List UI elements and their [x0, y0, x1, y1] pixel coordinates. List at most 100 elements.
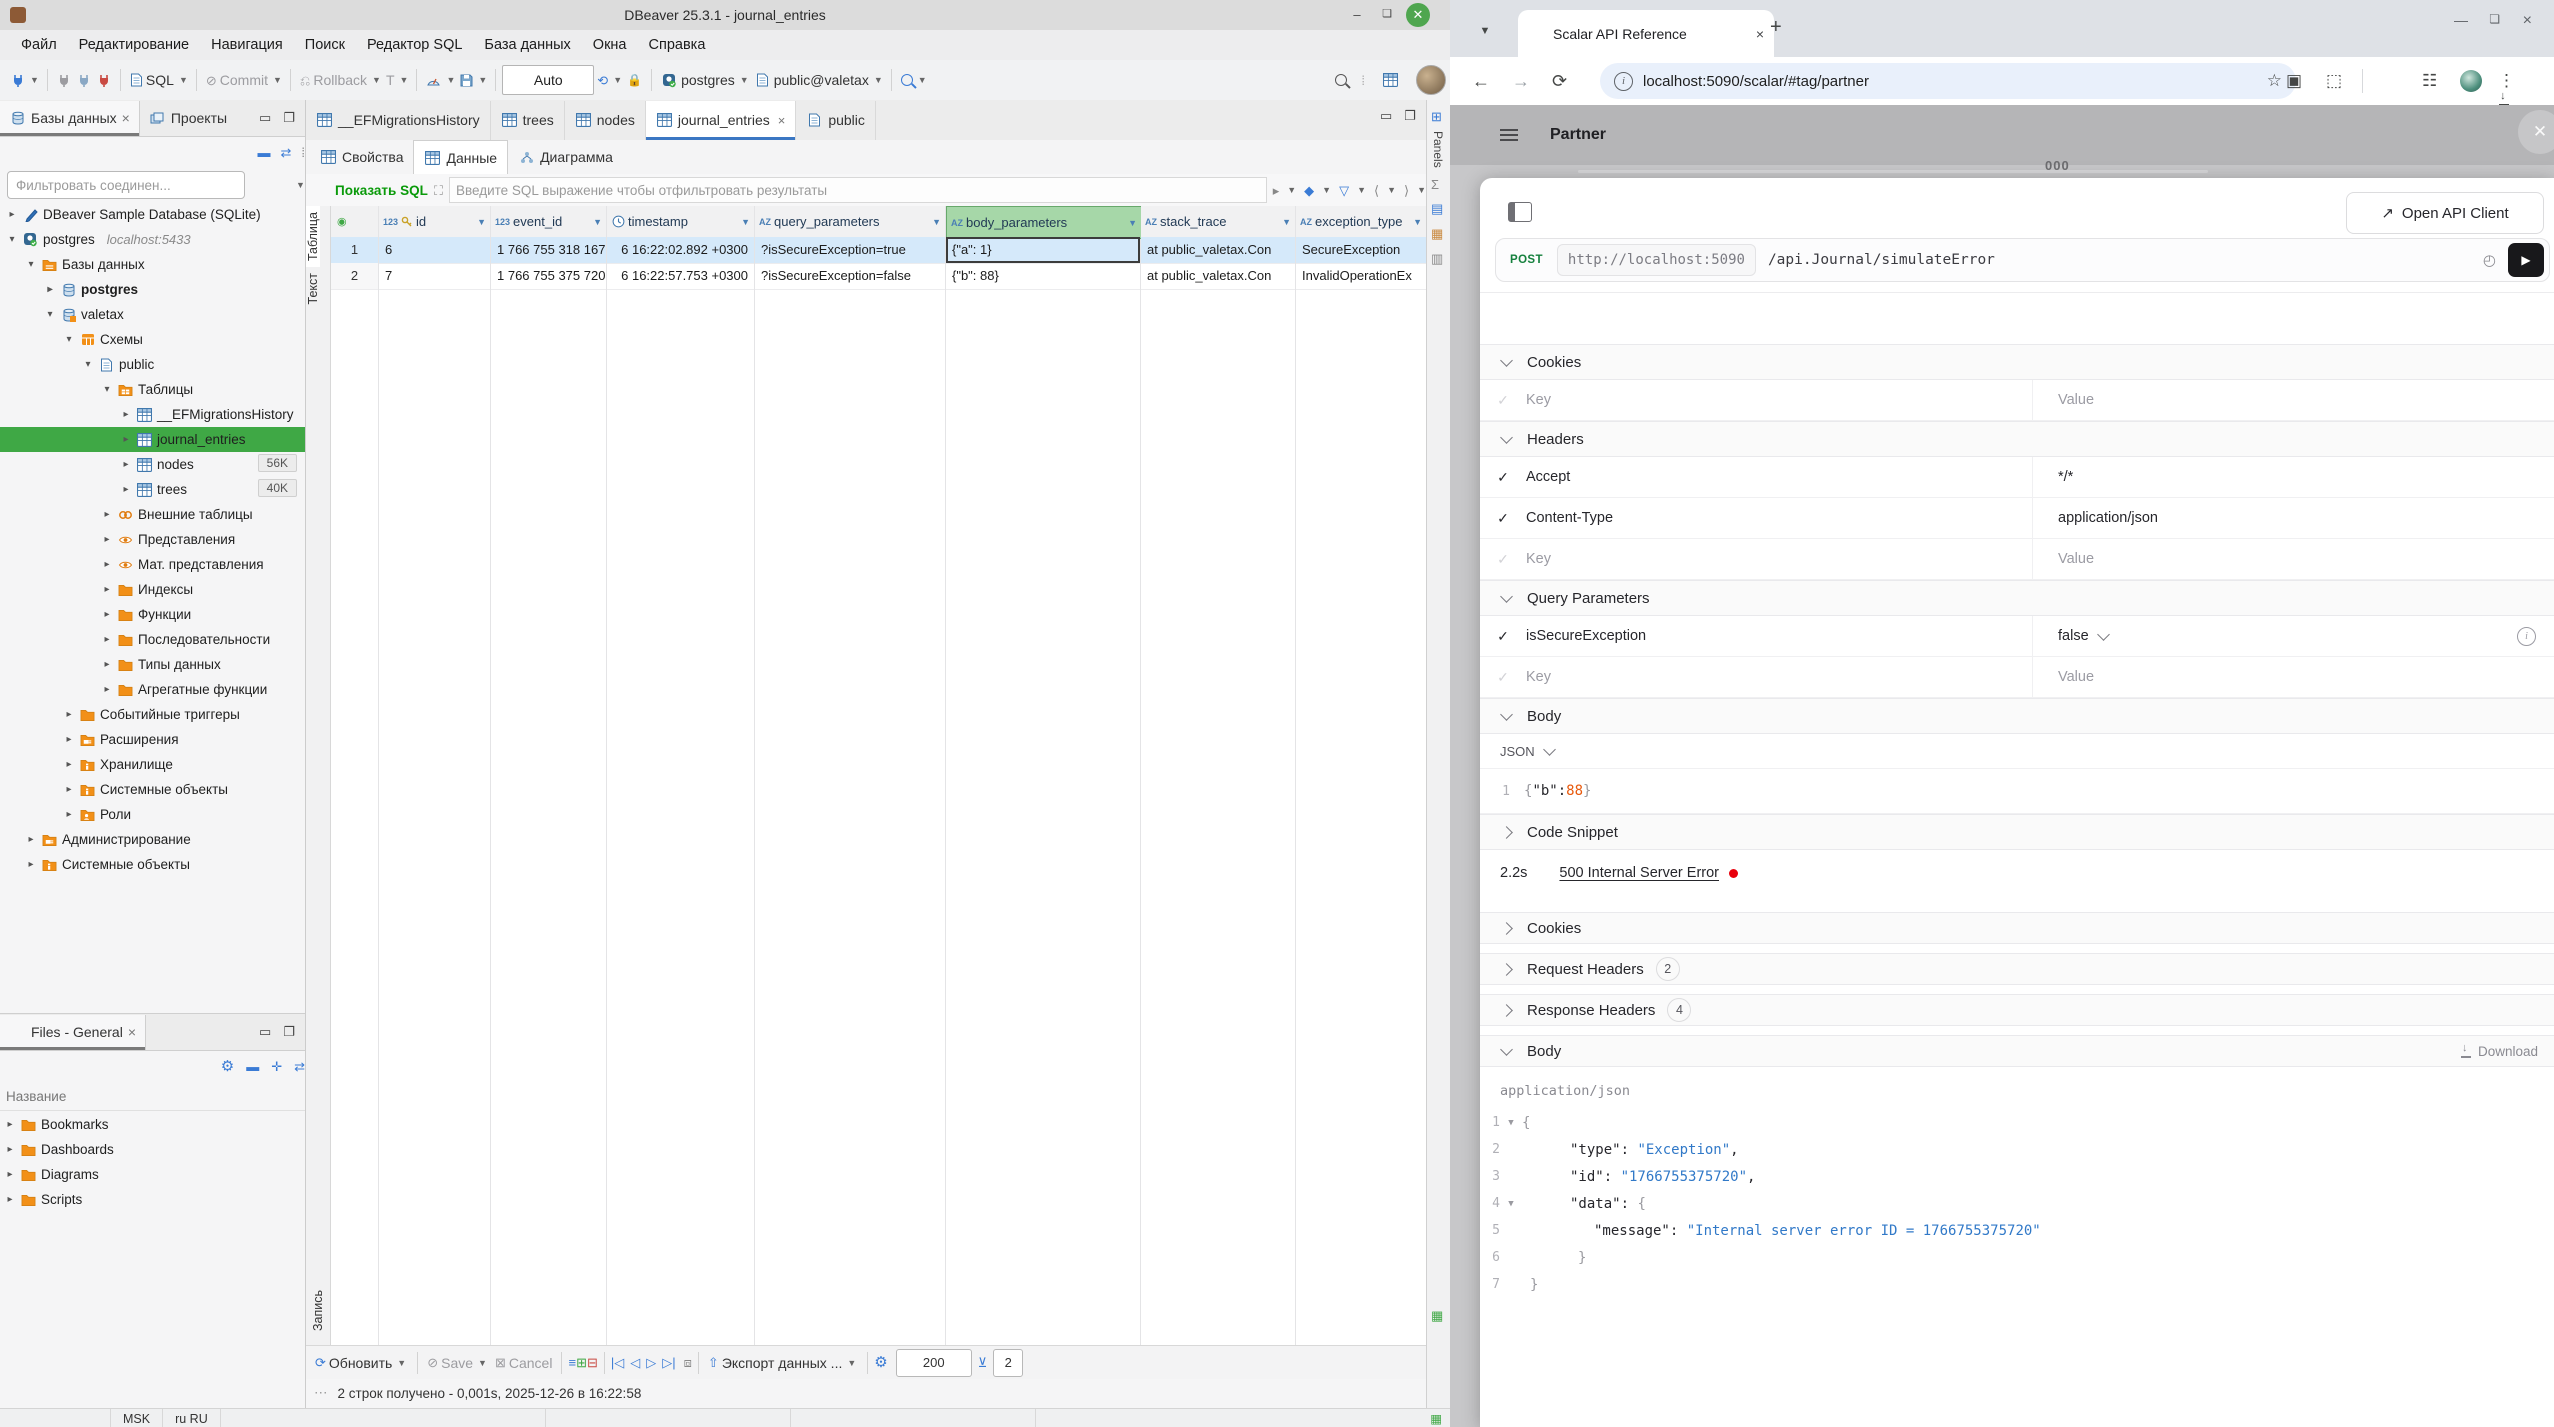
close-icon[interactable]: × — [128, 1024, 136, 1040]
chevron-down-icon[interactable]: ▼ — [179, 75, 188, 85]
expand-arrow-icon[interactable]: ▸ — [63, 759, 75, 770]
locale-indicator[interactable]: ru RU — [163, 1409, 221, 1427]
tree-item-Схемы[interactable]: ▾Схемы — [0, 327, 305, 352]
editor-tab-journal_entries[interactable]: journal_entries× — [646, 101, 796, 140]
response-status-link[interactable]: 500 Internal Server Error — [1559, 865, 1719, 881]
downloads-icon[interactable] — [2499, 94, 2510, 105]
section-Cookies[interactable]: Cookies — [1480, 344, 2554, 380]
add-row-icon[interactable]: ⊞ — [576, 1356, 587, 1369]
tab-Базы данных[interactable]: Базы данных× — [0, 101, 140, 136]
column-header-gutter[interactable]: ◉ — [331, 206, 378, 238]
chevron-down-icon[interactable]: ▼ — [874, 75, 883, 85]
send-request-button[interactable]: ▶ — [2508, 243, 2544, 277]
chevron-down-icon[interactable]: ▼ — [1322, 185, 1331, 195]
response-section-Response Headers[interactable]: Response Headers4 — [1480, 994, 2554, 1026]
expand-arrow-icon[interactable]: ▸ — [120, 434, 132, 445]
commit-button[interactable]: ⊘Commit — [203, 70, 271, 90]
apply-filter-icon[interactable]: ▸ — [1273, 184, 1280, 197]
tree-item-Таблицы[interactable]: ▾Таблицы — [0, 377, 305, 402]
maximize-view-icon[interactable]: ❐ — [283, 110, 295, 126]
param-key[interactable]: isSecureException — [1526, 628, 2032, 644]
expand-arrow-icon[interactable]: ▸ — [101, 584, 113, 595]
tree-item-DBeaver Sample Database (SQLite)[interactable]: ▸DBeaver Sample Database (SQLite) — [0, 202, 305, 227]
value-input[interactable]: Value — [2058, 551, 2094, 567]
profile-avatar[interactable] — [2460, 70, 2482, 92]
minimize-view-icon[interactable]: ▭ — [1380, 108, 1392, 124]
minimize-view-icon[interactable]: ▭ — [259, 1024, 271, 1040]
expand-arrow-icon[interactable]: ▸ — [101, 534, 113, 545]
tree-item-Системные объекты[interactable]: ▸Системные объекты — [0, 852, 305, 877]
tree-item-Агрегатные функции[interactable]: ▸Агрегатные функции — [0, 677, 305, 702]
close-button[interactable]: ✕ — [1406, 3, 1430, 27]
refs-panel-icon[interactable]: ▥ — [1431, 251, 1451, 267]
auto-commit-combo[interactable]: Auto — [502, 65, 594, 95]
customize-button[interactable] — [1379, 70, 1402, 90]
expand-arrow-icon[interactable]: ▸ — [4, 1194, 16, 1205]
browser-menu-kebab-icon[interactable]: ⋮ — [2498, 71, 2515, 91]
collapse-all-icon[interactable]: ▬ — [257, 146, 270, 159]
tab-close-icon[interactable]: × — [1756, 26, 1764, 42]
grid-cell[interactable]: 6 — [379, 237, 490, 264]
chevron-down-icon[interactable]: ▼ — [1387, 185, 1396, 195]
site-info-icon[interactable]: i — [1614, 72, 1633, 91]
tree-item-journal_entries[interactable]: ▸journal_entries — [0, 427, 305, 452]
chevron-down-icon[interactable]: ▼ — [296, 180, 305, 190]
subtab-Свойства[interactable]: Свойства — [310, 141, 413, 174]
refresh-icon[interactable]: ⇄ — [294, 1060, 305, 1073]
toolbar-kebab-icon[interactable]: ⁞ — [1361, 74, 1365, 87]
expand-arrow-icon[interactable]: ▸ — [44, 284, 56, 295]
sort-arrow-icon[interactable]: ▼ — [741, 217, 750, 227]
row-checkbox[interactable]: ✓ — [1480, 392, 1526, 409]
request-bar[interactable]: POST http://localhost:5090 /api.Journal/… — [1495, 238, 2550, 282]
grid-cell[interactable]: 1 766 755 375 720 — [491, 263, 606, 290]
tree-item-Функции[interactable]: ▸Функции — [0, 602, 305, 627]
http-method-badge[interactable]: POST — [1510, 254, 1543, 266]
hamburger-menu-icon[interactable] — [1500, 129, 1518, 131]
section-Headers[interactable]: Headers — [1480, 421, 2554, 457]
grid-cell[interactable]: 7 — [379, 263, 490, 290]
editor-tab-nodes[interactable]: nodes — [565, 101, 646, 140]
menu-item-Справка[interactable]: Справка — [638, 30, 717, 60]
tree-item-Администрирование[interactable]: ▸Администрирование — [0, 827, 305, 852]
show-sql-button[interactable]: Показать SQL — [335, 183, 428, 198]
param-key[interactable]: Content-Type — [1526, 510, 2032, 526]
meta-panel-icon[interactable]: ▦ — [1431, 226, 1451, 242]
files-item-Dashboards[interactable]: ▸Dashboards — [0, 1137, 305, 1162]
value-input[interactable]: Value — [2058, 392, 2094, 408]
tree-item-Роли[interactable]: ▸Роли — [0, 802, 305, 827]
base-url-box[interactable]: http://localhost:5090 — [1557, 244, 1756, 276]
cancel-button[interactable]: ⊠ Cancel — [492, 1353, 556, 1373]
menu-item-Окна[interactable]: Окна — [582, 30, 638, 60]
grid-cell[interactable]: {"a": 1} — [946, 237, 1140, 264]
quick-search-button[interactable] — [898, 72, 916, 88]
menu-item-Редактор SQL[interactable]: Редактор SQL — [356, 30, 473, 60]
row-checkbox[interactable]: ✓ — [1480, 510, 1526, 527]
files-item-Bookmarks[interactable]: ▸Bookmarks — [0, 1112, 305, 1137]
reading-list-icon[interactable]: ☷ — [2422, 71, 2437, 91]
tab-grid-view[interactable]: Таблица — [306, 206, 320, 267]
dbeaver-titlebar[interactable]: DBeaver 25.3.1 - journal_entries – ❏ ✕ — [0, 0, 1450, 31]
edit-cell-icon[interactable]: ≡ — [568, 1356, 576, 1369]
tree-item-postgres[interactable]: ▸postgres — [0, 277, 305, 302]
sort-arrow-icon[interactable]: ▼ — [477, 217, 486, 227]
expand-arrow-icon[interactable]: ▸ — [25, 834, 37, 845]
tree-item-Хранилище[interactable]: ▸Хранилище — [0, 752, 305, 777]
response-section-Cookies[interactable]: Cookies — [1480, 912, 2554, 944]
funnel-filter-icon[interactable] — [272, 177, 289, 193]
fold-arrow-icon[interactable]: ▼ — [1500, 1118, 1522, 1128]
browser-tab[interactable]: Scalar API Reference × — [1518, 10, 1774, 57]
sort-arrow-icon[interactable]: ▼ — [932, 217, 941, 227]
section-code-snippet[interactable]: Code Snippet — [1480, 814, 2554, 850]
close-icon[interactable]: × — [122, 110, 130, 126]
extensions-icon[interactable]: ⬚ — [2326, 71, 2342, 91]
subtab-Данные[interactable]: Данные — [413, 140, 508, 174]
param-key[interactable]: Accept — [1526, 469, 2032, 485]
gear-icon[interactable]: ⚙ — [221, 1059, 234, 1074]
save-button[interactable]: ⊘ Save▼ — [424, 1353, 492, 1373]
forward-icon[interactable]: → — [1512, 71, 1530, 92]
tree-item-__EFMigrationsHistory[interactable]: ▸__EFMigrationsHistory — [0, 402, 305, 427]
chevron-down-icon[interactable]: ▼ — [400, 75, 409, 85]
sort-arrow-icon[interactable]: ▼ — [593, 217, 602, 227]
schema-selector[interactable]: public@valetax — [751, 70, 872, 90]
collapse-arrow-icon[interactable]: ▾ — [6, 234, 18, 245]
